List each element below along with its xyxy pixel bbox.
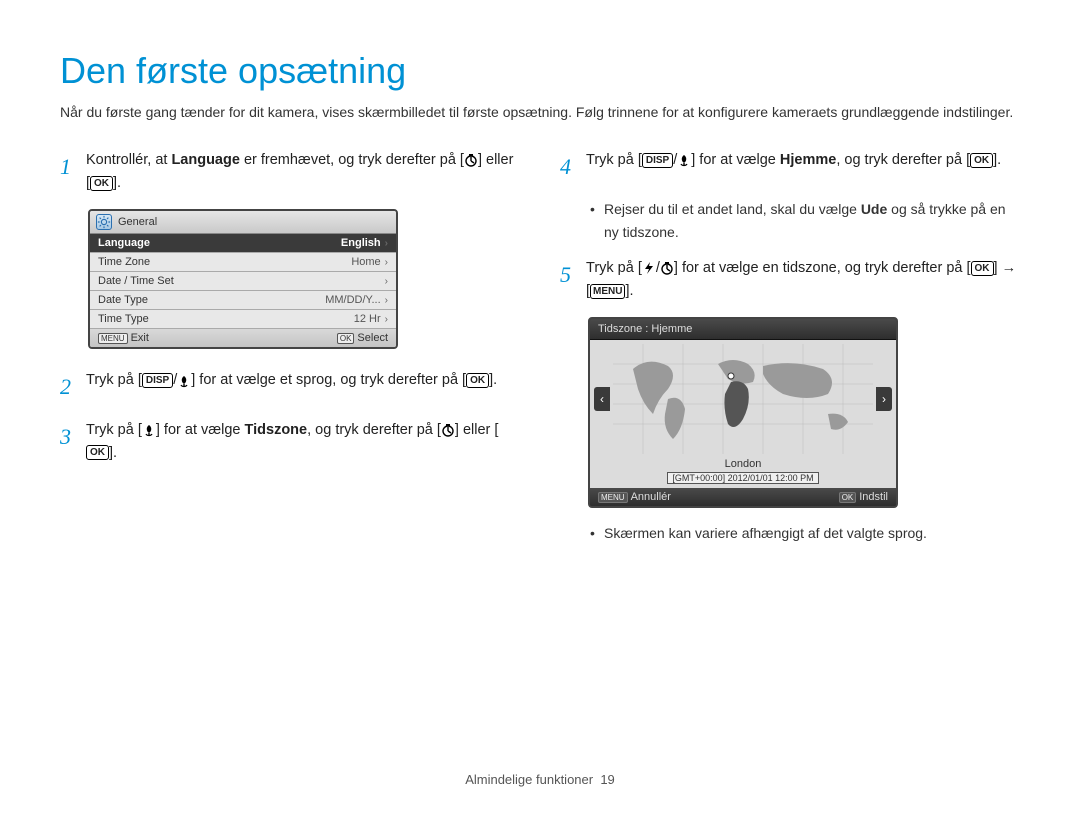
left-column: 1 Kontrollér, at Language er fremhævet, …	[60, 149, 520, 559]
step-2: 2 Tryk på [DISP/] for at vælge et sprog,…	[60, 369, 520, 404]
step-number: 1	[60, 149, 86, 195]
lcd2-header: Tidszone : Hjemme	[590, 319, 896, 340]
step-number: 3	[60, 419, 86, 465]
timezone-city: London	[590, 458, 896, 472]
step-number: 5	[560, 257, 586, 303]
camera-lcd-general: General LanguageEnglish› Time ZoneHome› …	[88, 209, 398, 349]
lcd2-footer: MENUAnnullér OKIndstil	[590, 488, 896, 506]
macro-icon	[677, 153, 691, 167]
world-map-graphic	[613, 344, 873, 454]
camera-lcd-timezone: Tidszone : Hjemme ‹	[588, 317, 898, 508]
step-5: 5 Tryk på [/] for at vælge en tidszone, …	[560, 257, 1020, 303]
menu-row-datetype: Date TypeMM/DD/Y...›	[90, 291, 396, 310]
lcd-footer: MENUExit OKSelect	[90, 329, 396, 347]
arrow-left-icon: ‹	[594, 387, 610, 411]
right-column: 4 Tryk på [DISP/] for at vælge Hjemme, o…	[560, 149, 1020, 559]
macro-icon	[142, 423, 156, 437]
step-number: 4	[560, 149, 586, 184]
step-1: 1 Kontrollér, at Language er fremhævet, …	[60, 149, 520, 195]
step-4-note: Rejser du til et andet land, skal du væl…	[590, 198, 1020, 243]
step-4: 4 Tryk på [DISP/] for at vælge Hjemme, o…	[560, 149, 1020, 184]
ok-tag-icon: OK	[337, 333, 355, 344]
intro-text: Når du første gang tænder for dit kamera…	[60, 102, 1020, 123]
step-5-note: Skærmen kan variere afhængigt af det val…	[590, 522, 1020, 544]
arrow-right-icon: ›	[876, 387, 892, 411]
step-text: Tryk på [/] for at vælge en tidszone, og…	[586, 257, 1020, 303]
ok-icon: OK	[971, 261, 994, 276]
menu-row-timetype: Time Type12 Hr›	[90, 310, 396, 329]
page-footer: Almindelige funktioner 19	[0, 772, 1080, 787]
flash-icon	[642, 261, 656, 275]
disp-icon: DISP	[142, 373, 173, 388]
disp-icon: DISP	[642, 153, 673, 168]
ok-icon: OK	[970, 153, 993, 168]
ok-icon: OK	[466, 373, 489, 388]
ok-icon: OK	[90, 176, 113, 191]
timer-icon	[441, 423, 455, 437]
timer-icon	[660, 261, 674, 275]
ok-icon: OK	[86, 445, 109, 460]
timezone-gmt: [GMT+00:00] 2012/01/01 12:00 PM	[590, 472, 896, 488]
page-title: Den første opsætning	[60, 50, 1020, 92]
ok-tag-icon: OK	[839, 492, 857, 503]
timer-icon	[464, 153, 478, 167]
content-columns: 1 Kontrollér, at Language er fremhævet, …	[60, 149, 1020, 559]
menu-row-datetime: Date / Time Set›	[90, 272, 396, 291]
lcd-header-text: General	[118, 216, 157, 228]
menu-tag-icon: MENU	[598, 492, 628, 503]
menu-tag-icon: MENU	[98, 333, 128, 344]
step-text: Kontrollér, at Language er fremhævet, og…	[86, 149, 520, 195]
world-map: ‹	[590, 340, 896, 458]
step-text: Tryk på [DISP/] for at vælge Hjemme, og …	[586, 149, 1001, 184]
menu-row-timezone: Time ZoneHome›	[90, 253, 396, 272]
step-3: 3 Tryk på [] for at vælge Tidszone, og t…	[60, 419, 520, 465]
menu-row-language: LanguageEnglish›	[90, 234, 396, 253]
step-text: Tryk på [] for at vælge Tidszone, og try…	[86, 419, 520, 465]
gear-icon	[96, 214, 112, 230]
lcd-menu-table: LanguageEnglish› Time ZoneHome› Date / T…	[90, 234, 396, 329]
step-text: Tryk på [DISP/] for at vælge et sprog, o…	[86, 369, 497, 404]
menu-icon: MENU	[590, 284, 625, 299]
step-number: 2	[60, 369, 86, 404]
macro-icon	[177, 374, 191, 388]
lcd-header: General	[90, 211, 396, 234]
